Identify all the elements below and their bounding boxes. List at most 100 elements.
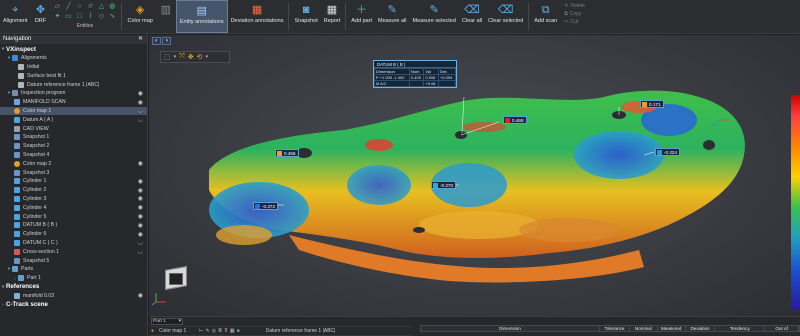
tree-alignment-surface-best-fit[interactable]: Surface best fit 1 xyxy=(0,71,147,80)
report-icon: ▦ xyxy=(326,4,338,16)
clear-selected-button[interactable]: ⌫ Clear selected xyxy=(485,0,526,33)
visibility-eye-icon[interactable]: ◉ xyxy=(138,195,143,202)
tree-alignment-initial[interactable]: Initial xyxy=(0,63,147,72)
measure-display-button[interactable]: ▥ xyxy=(156,0,176,33)
visibility-eye-icon[interactable]: ◡ xyxy=(138,116,143,123)
add-scan-button[interactable]: ⧉ Add scan xyxy=(531,0,560,33)
tree-item[interactable]: Cylinder 5 ◉ xyxy=(0,212,147,221)
snapshot-button[interactable]: ◙ Snapshot xyxy=(291,0,320,33)
tree-part-1[interactable]: › Part 1 xyxy=(0,274,147,283)
visibility-eye-icon[interactable]: ◉ xyxy=(138,213,143,220)
deviation-label[interactable]: -0.270 xyxy=(431,181,457,189)
entity-annotations-button[interactable]: ▤ Entity annotations xyxy=(175,0,228,33)
deviation-annotations-button[interactable]: ▦ Deviation annotations xyxy=(228,0,287,33)
deviation-label[interactable]: 0.456 xyxy=(275,149,299,157)
deviation-label[interactable]: -0.372 xyxy=(253,202,279,210)
target-icon[interactable]: ◎ xyxy=(212,328,216,334)
cut-button[interactable]: ✂ Cut xyxy=(564,19,585,25)
circle-icon[interactable]: ○ xyxy=(75,3,83,11)
app-window: ⌖ Alignment ✥ DRF ▱ ╱ ○ ⌭ △ ◍ ✦ ▭ □ ⌇ ◇ … xyxy=(0,0,800,336)
polyline-icon[interactable]: ⌇ xyxy=(86,13,94,21)
visibility-eye-icon[interactable]: ◉ xyxy=(138,187,143,194)
tree-root[interactable]: ▾ VXinspect xyxy=(0,45,147,54)
view-cube-front[interactable] xyxy=(169,273,183,285)
deviation-label[interactable]: 0.468 xyxy=(503,116,527,124)
tree-item[interactable]: Snapshot 3 xyxy=(0,168,147,177)
part-dropdown[interactable]: Part 1 ▾ xyxy=(151,317,183,325)
visibility-eye-icon[interactable]: ◡ xyxy=(138,239,143,246)
tree-references[interactable]: ▾ References xyxy=(0,283,147,292)
axis-triad-icon xyxy=(152,293,166,306)
datum-b-annotation[interactable]: DATUM B ( B ) Dimension Nom Val Dev P +1… xyxy=(373,60,457,88)
close-icon[interactable]: ✕ xyxy=(138,35,143,44)
tree-item[interactable]: Snapshot 4 xyxy=(0,151,147,160)
curve-icon[interactable]: ∿ xyxy=(108,13,116,21)
measure-selected-button[interactable]: ✎ Measure selected xyxy=(409,0,458,33)
visibility-eye-icon[interactable]: ◡ xyxy=(138,248,143,255)
tree-item[interactable]: Cylinder 6 ◉ xyxy=(0,230,147,239)
filter-icon[interactable]: ⊽ xyxy=(224,328,228,334)
visibility-eye-icon[interactable]: ◡ xyxy=(138,107,143,114)
cone-icon[interactable]: △ xyxy=(97,3,105,11)
tree-alignments[interactable]: ▾ Alignments xyxy=(0,54,147,63)
surface-icon[interactable]: ◇ xyxy=(97,13,105,21)
color-map-button[interactable]: ◈ Color map xyxy=(124,0,155,33)
tree-item[interactable]: Color map 2 ◉ xyxy=(0,159,147,168)
visibility-eye-icon[interactable]: ◉ xyxy=(138,292,143,299)
point-icon[interactable]: ✦ xyxy=(53,13,61,21)
tree-reference-manifold[interactable]: manifold 0.03 ◉ xyxy=(0,291,147,300)
brush-icon[interactable]: ✎ xyxy=(205,328,209,334)
layers-icon[interactable]: ≣ xyxy=(218,328,222,334)
copy-button[interactable]: ⧉ Copy xyxy=(564,11,585,17)
visibility-eye-icon[interactable]: ◉ xyxy=(138,90,143,97)
cylinder-icon[interactable]: ⌭ xyxy=(86,3,94,11)
color-icon[interactable]: ■ xyxy=(237,328,240,334)
tree-item[interactable]: Datum A ( A ) ◡ xyxy=(0,115,147,124)
rectangle-icon[interactable]: □ xyxy=(75,13,83,21)
tree-item[interactable]: Snapshot 2 xyxy=(0,142,147,151)
visibility-eye-icon[interactable]: ◉ xyxy=(138,160,143,167)
tree-item[interactable]: MANIFOLD SCAN ◉ xyxy=(0,98,147,107)
drf-button[interactable]: ✥ DRF xyxy=(30,0,50,33)
copy-icon: ⧉ xyxy=(564,11,568,17)
report-button[interactable]: ▦ Report xyxy=(321,0,344,33)
deviation-label[interactable]: 0.171 xyxy=(640,100,664,108)
tree-item[interactable]: DATUM C ( C ) ◡ xyxy=(0,239,147,248)
tree-parts[interactable]: ▾ Parts xyxy=(0,265,147,274)
tree-item[interactable]: Snapshot 1 xyxy=(0,133,147,142)
sphere-icon[interactable]: ◍ xyxy=(108,3,116,11)
measure-all-button[interactable]: ✎ Measure all xyxy=(375,0,409,33)
delete-button[interactable]: ✕ Delete xyxy=(564,3,585,9)
line-icon[interactable]: ╱ xyxy=(64,3,72,11)
tree-item[interactable]: Cylinder 2 ◉ xyxy=(0,186,147,195)
visibility-eye-icon[interactable]: ◉ xyxy=(138,204,143,211)
visibility-eye-icon[interactable]: ◉ xyxy=(138,99,143,106)
tree-item[interactable]: CAD VIEW xyxy=(0,124,147,133)
color-map-icon: ● xyxy=(151,327,155,334)
plus-icon: ＋ xyxy=(356,4,368,16)
add-part-button[interactable]: ＋ Add part xyxy=(348,0,375,33)
entities-group: ▱ ╱ ○ ⌭ △ ◍ ✦ ▭ □ ⌇ ◇ ∿ Entities xyxy=(53,3,116,29)
visibility-eye-icon[interactable]: ◉ xyxy=(138,231,143,238)
3d-viewport[interactable]: ◐ ◑ ⬚ ▾ ⤧ ✥ ⟲ ▾ 0.468 0.171 0.456 -0.224… xyxy=(149,35,800,316)
visibility-eye-icon[interactable]: ◉ xyxy=(138,222,143,229)
tree-ctrack-scene[interactable]: › C-Track scene xyxy=(0,300,147,309)
alignment-button[interactable]: ⌖ Alignment xyxy=(0,0,30,33)
plane-icon[interactable]: ▱ xyxy=(53,3,61,11)
tree-item[interactable]: Cross-section 1 ◡ xyxy=(0,247,147,256)
visibility-eye-icon[interactable]: ◉ xyxy=(138,178,143,185)
tree-item[interactable]: Cylinder 1 ◉ xyxy=(0,177,147,186)
tree-item[interactable]: Cylinder 4 ◉ xyxy=(0,203,147,212)
tree-item-selected[interactable]: Color map 1 ◡ xyxy=(0,106,147,116)
tree-item[interactable]: Snapshot 5 xyxy=(0,256,147,265)
grid-icon[interactable]: ▦ xyxy=(230,328,235,334)
deviation-label[interactable]: -0.224 xyxy=(655,148,681,156)
slot-icon[interactable]: ▭ xyxy=(64,13,72,21)
clear-all-button[interactable]: ⌫ Clear all xyxy=(459,0,485,33)
tree-item[interactable]: Cylinder 3 ◉ xyxy=(0,195,147,204)
ruler-icon[interactable]: ⊢ xyxy=(199,328,203,334)
tree-item[interactable]: DATUM B ( B ) ◉ xyxy=(0,221,147,230)
manifold-color-map-model[interactable] xyxy=(149,35,800,316)
tree-inspection-program[interactable]: ▾ Inspection program ◉ xyxy=(0,89,147,98)
tree-alignment-datum-ref[interactable]: Datum reference frame 1 |ABC| xyxy=(0,80,147,89)
